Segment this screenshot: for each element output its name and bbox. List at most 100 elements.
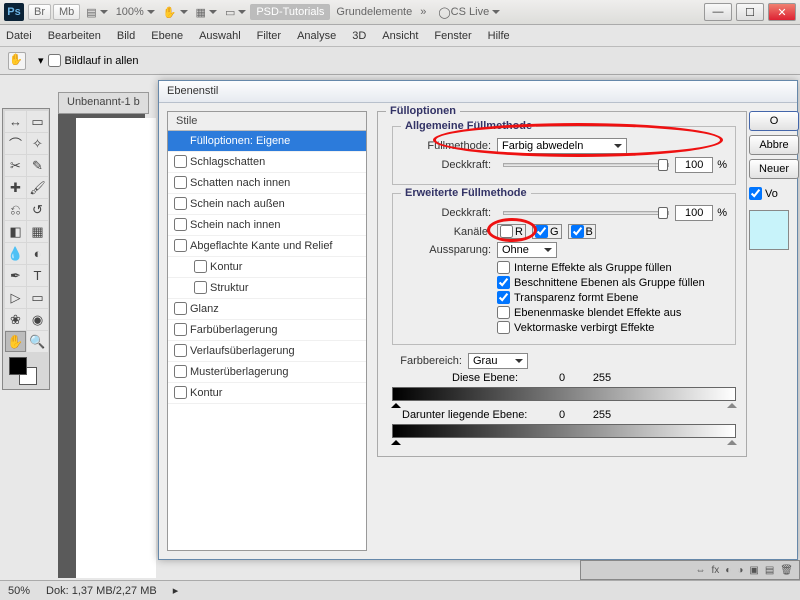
opacity-value[interactable]: 100 bbox=[675, 157, 713, 173]
minimize-button[interactable]: — bbox=[704, 3, 732, 21]
menu-hilfe[interactable]: Hilfe bbox=[488, 30, 510, 42]
adv-opacity-slider[interactable] bbox=[503, 211, 669, 215]
menu-bild[interactable]: Bild bbox=[117, 30, 135, 42]
menu-bar: Datei Bearbeiten Bild Ebene Auswahl Filter Ana… bbox=[0, 25, 800, 47]
gradient-tool-icon[interactable]: ▦ bbox=[27, 221, 48, 242]
style-item[interactable]: Kontur bbox=[168, 257, 366, 278]
adv-check[interactable]: Beschnittene Ebenen als Gruppe füllen bbox=[497, 276, 727, 289]
blur-tool-icon[interactable]: 💧 bbox=[5, 243, 26, 264]
marquee-tool-icon[interactable]: ▭ bbox=[27, 111, 48, 132]
maximize-button[interactable]: ☐ bbox=[736, 3, 764, 21]
blendif-under-slider[interactable] bbox=[392, 424, 736, 438]
scroll-all-label: Bildlauf in allen bbox=[65, 55, 139, 67]
advanced-fill-title: Erweiterte Füllmethode bbox=[401, 187, 531, 199]
adv-check[interactable]: Vektormaske verbirgt Effekte bbox=[497, 321, 727, 334]
menu-datei[interactable]: Datei bbox=[6, 30, 32, 42]
style-item[interactable]: Schlagschatten bbox=[168, 152, 366, 173]
style-item[interactable]: Schein nach außen bbox=[168, 194, 366, 215]
blendif-select[interactable]: Grau bbox=[468, 353, 528, 369]
adv-check[interactable]: Ebenenmaske blendet Effekte aus bbox=[497, 306, 727, 319]
mask-icon[interactable]: ◐ bbox=[725, 565, 731, 576]
adjustment-icon[interactable]: ◑ bbox=[737, 565, 743, 576]
arrange-icon[interactable]: ▦ bbox=[196, 6, 217, 19]
style-item[interactable]: Abgeflachte Kante und Relief bbox=[168, 236, 366, 257]
style-item[interactable]: Fülloptionen: Eigene bbox=[168, 131, 366, 152]
wand-tool-icon[interactable]: ✧ bbox=[27, 133, 48, 154]
menu-ebene[interactable]: Ebene bbox=[151, 30, 183, 42]
adv-check[interactable]: Transparenz formt Ebene bbox=[497, 291, 727, 304]
document-tab[interactable]: Unbenannt-1 b bbox=[58, 92, 149, 114]
hand-tool-icon[interactable]: ✋ bbox=[163, 6, 188, 19]
current-tool-icon[interactable]: ✋ bbox=[8, 52, 26, 70]
style-item[interactable]: Struktur bbox=[168, 278, 366, 299]
pen-tool-icon[interactable]: ✒ bbox=[5, 265, 26, 286]
preview-checkbox[interactable]: Vo bbox=[749, 187, 799, 200]
channel-b[interactable]: B bbox=[568, 224, 596, 239]
stamp-tool-icon[interactable]: ⎌ bbox=[5, 199, 26, 220]
menu-ansicht[interactable]: Ansicht bbox=[382, 30, 418, 42]
menu-bearbeiten[interactable]: Bearbeiten bbox=[48, 30, 101, 42]
layers-panel-footer: ⇔ fx ◐ ◑ ▣ ▤ 🗑 bbox=[580, 560, 800, 580]
new-style-button[interactable]: Neuer bbox=[749, 159, 799, 179]
workspace-other[interactable]: Grundelemente bbox=[336, 6, 412, 18]
screenmode-icon[interactable]: ▭ bbox=[225, 6, 246, 19]
bridge-button[interactable]: Br bbox=[28, 4, 51, 20]
menu-3d[interactable]: 3D bbox=[352, 30, 366, 42]
brush-tool-icon[interactable]: 🖌 bbox=[27, 177, 48, 198]
shape-tool-icon[interactable]: ▭ bbox=[27, 287, 48, 308]
heal-tool-icon[interactable]: ✚ bbox=[5, 177, 26, 198]
opacity-slider[interactable] bbox=[503, 163, 669, 167]
color-swatches[interactable] bbox=[5, 357, 48, 387]
ok-button[interactable]: O bbox=[749, 111, 799, 131]
style-item[interactable]: Glanz bbox=[168, 299, 366, 320]
style-item[interactable]: Verlaufsüberlagerung bbox=[168, 341, 366, 362]
hand-tool-icon[interactable]: ✋ bbox=[5, 331, 26, 352]
eyedropper-tool-icon[interactable]: ✎ bbox=[27, 155, 48, 176]
status-zoom[interactable]: 50% bbox=[8, 585, 30, 597]
3d-tool-icon[interactable]: ❀ bbox=[5, 309, 26, 330]
styles-header: Stile bbox=[168, 112, 366, 131]
path-tool-icon[interactable]: ▷ bbox=[5, 287, 26, 308]
close-button[interactable]: ✕ bbox=[768, 3, 796, 21]
menu-auswahl[interactable]: Auswahl bbox=[199, 30, 241, 42]
cslive-button[interactable]: ◯ CS Live bbox=[438, 6, 500, 19]
zoom-level[interactable]: 100% bbox=[116, 6, 155, 18]
folder-icon[interactable]: ▣ bbox=[749, 565, 758, 576]
knockout-select[interactable]: Ohne bbox=[497, 242, 557, 258]
new-layer-icon[interactable]: ▤ bbox=[765, 565, 774, 576]
fx-icon[interactable]: fx bbox=[712, 565, 720, 576]
dodge-tool-icon[interactable]: ◐ bbox=[27, 243, 48, 264]
style-item[interactable]: Farbüberlagerung bbox=[168, 320, 366, 341]
channels-label: Kanäle: bbox=[401, 226, 491, 238]
lasso-tool-icon[interactable]: ⌒ bbox=[5, 133, 26, 154]
style-item[interactable]: Schein nach innen bbox=[168, 215, 366, 236]
scroll-all-checkbox[interactable] bbox=[48, 54, 61, 67]
crop-tool-icon[interactable]: ✂ bbox=[5, 155, 26, 176]
status-doc-size[interactable]: Dok: 1,37 MB/2,27 MB bbox=[46, 585, 157, 597]
cancel-button[interactable]: Abbre bbox=[749, 135, 799, 155]
view-menu-icon[interactable]: ▤ bbox=[86, 6, 107, 19]
zoom-tool-icon[interactable]: 🔍 bbox=[27, 331, 48, 352]
menu-analyse[interactable]: Analyse bbox=[297, 30, 336, 42]
adv-opacity-value[interactable]: 100 bbox=[675, 205, 713, 221]
status-arrow-icon[interactable]: ▸ bbox=[173, 584, 179, 597]
workspace-active[interactable]: PSD-Tutorials bbox=[250, 4, 330, 20]
move-tool-icon[interactable]: ↔ bbox=[5, 111, 26, 132]
adv-check[interactable]: Interne Effekte als Gruppe füllen bbox=[497, 261, 727, 274]
style-item[interactable]: Schatten nach innen bbox=[168, 173, 366, 194]
blendif-this-slider[interactable] bbox=[392, 387, 736, 401]
document-canvas[interactable] bbox=[76, 118, 156, 578]
minibridge-button[interactable]: Mb bbox=[53, 4, 80, 20]
eraser-tool-icon[interactable]: ◧ bbox=[5, 221, 26, 242]
trash-icon[interactable]: 🗑 bbox=[780, 565, 793, 576]
style-item[interactable]: Musterüberlagerung bbox=[168, 362, 366, 383]
style-item[interactable]: Kontur bbox=[168, 383, 366, 404]
type-tool-icon[interactable]: T bbox=[27, 265, 48, 286]
3dcam-tool-icon[interactable]: ◉ bbox=[27, 309, 48, 330]
menu-fenster[interactable]: Fenster bbox=[434, 30, 471, 42]
layer-style-dialog: Ebenenstil Stile Fülloptionen: EigeneSch… bbox=[158, 80, 798, 560]
menu-filter[interactable]: Filter bbox=[257, 30, 281, 42]
history-brush-tool-icon[interactable]: ↺ bbox=[27, 199, 48, 220]
workspace-more-icon[interactable]: » bbox=[420, 6, 426, 18]
link-icon[interactable]: ⇔ bbox=[696, 565, 706, 576]
